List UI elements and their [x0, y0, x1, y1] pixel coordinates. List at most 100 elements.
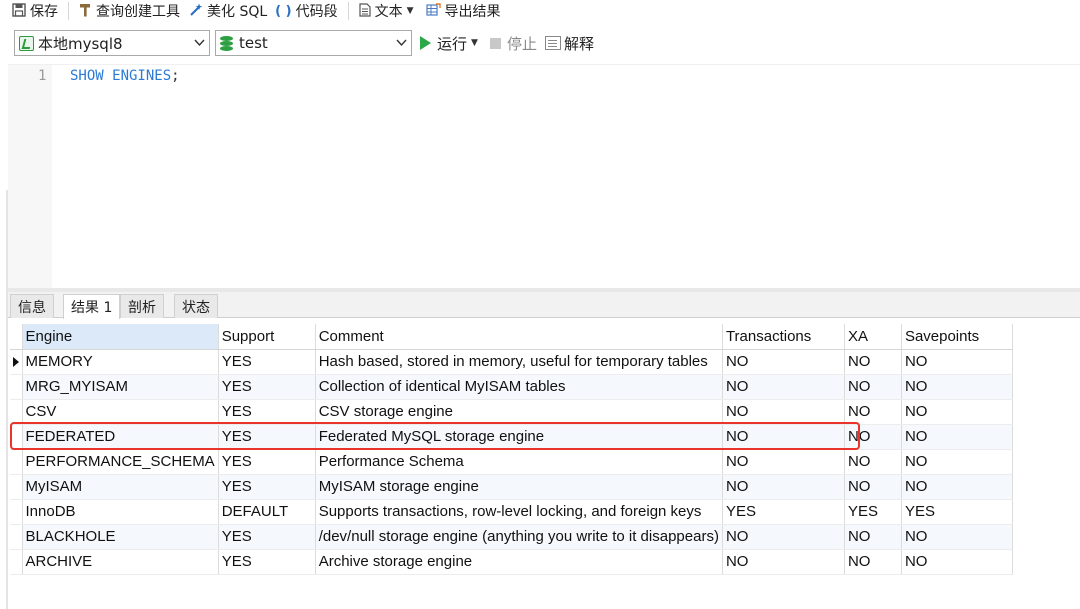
database-select[interactable]: test [215, 30, 412, 56]
connection-select[interactable]: 本地mysql8 [14, 30, 210, 56]
explain-button[interactable]: 解释 [564, 33, 594, 54]
column-header[interactable]: Savepoints [901, 324, 1013, 350]
table-cell[interactable]: MEMORY [22, 349, 219, 375]
table-cell[interactable]: YES [722, 499, 845, 525]
tab-status[interactable]: 状态 [174, 294, 218, 318]
table-cell[interactable]: YES [844, 499, 902, 525]
table-cell[interactable]: YES [218, 524, 316, 550]
table-cell[interactable]: Performance Schema [315, 449, 723, 475]
table-cell[interactable]: ARCHIVE [22, 549, 219, 575]
table-cell[interactable]: NO [844, 549, 902, 575]
table-row[interactable]: MEMORY YES Hash based, stored in memory, u… [10, 349, 1013, 375]
line-number: 1 [38, 68, 47, 84]
table-cell[interactable]: YES [218, 474, 316, 500]
table-cell[interactable]: DEFAULT [218, 499, 316, 525]
table-cell[interactable]: CSV [22, 399, 219, 425]
table-cell[interactable]: NO [901, 374, 1013, 400]
table-cell[interactable]: /dev/null storage engine (anything you w… [315, 524, 723, 550]
table-cell[interactable]: NO [901, 474, 1013, 500]
table-cell[interactable]: NO [844, 474, 902, 500]
table-cell[interactable]: CSV storage engine [315, 399, 723, 425]
database-icon [220, 35, 233, 51]
table-cell[interactable]: Archive storage engine [315, 549, 723, 575]
table-cell[interactable]: YES [218, 349, 316, 375]
table-cell[interactable]: Collection of identical MyISAM tables [315, 374, 723, 400]
table-row[interactable]: CSV YES CSV storage engine NO NO NO [10, 399, 1013, 425]
chevron-down-icon[interactable]: ▼ [407, 6, 414, 16]
table-cell[interactable]: NO [901, 449, 1013, 475]
table-cell[interactable]: YES [218, 449, 316, 475]
stop-button[interactable]: 停止 [507, 33, 537, 54]
table-cell[interactable]: NO [901, 524, 1013, 550]
database-select-value: test [239, 34, 268, 52]
explain-icon[interactable] [544, 36, 561, 50]
tab-result-1[interactable]: 结果 1 [63, 294, 121, 319]
table-cell[interactable]: MyISAM [22, 474, 219, 500]
stop-icon[interactable] [489, 37, 501, 49]
sql-editor[interactable]: 1 SHOW ENGINES; [8, 64, 1080, 289]
table-cell[interactable]: NO [722, 549, 845, 575]
table-row[interactable]: FEDERATED YES Federated MySQL storage engi… [10, 424, 1013, 450]
chevron-down-icon[interactable] [194, 34, 205, 55]
table-cell[interactable]: NO [844, 349, 902, 375]
text-mode-button[interactable]: 文本 ▼ [355, 0, 422, 22]
column-header[interactable]: Comment [315, 324, 723, 350]
table-cell[interactable]: MRG_MYISAM [22, 374, 219, 400]
table-cell[interactable]: YES [218, 424, 316, 450]
table-cell[interactable]: NO [844, 399, 902, 425]
table-cell[interactable]: InnoDB [22, 499, 219, 525]
table-row[interactable]: PERFORMANCE_SCHEMA YES Performance Schema N… [10, 449, 1013, 475]
table-row[interactable]: InnoDB DEFAULT Supports transactions, row-… [10, 499, 1013, 525]
row-indicator [10, 549, 23, 575]
table-cell[interactable]: MyISAM storage engine [315, 474, 723, 500]
table-row[interactable]: MRG_MYISAM YES Collection of identical MyI… [10, 374, 1013, 400]
table-cell[interactable]: NO [844, 424, 902, 450]
table-row[interactable]: MyISAM YES MyISAM storage engine NO NO NO [10, 474, 1013, 500]
beautify-sql-button[interactable]: 美化 SQL [184, 0, 271, 22]
table-cell[interactable]: NO [901, 424, 1013, 450]
table-cell[interactable]: Hash based, stored in memory, useful for… [315, 349, 723, 375]
table-cell[interactable]: NO [901, 349, 1013, 375]
sql-code-line[interactable]: SHOW ENGINES; [70, 68, 180, 84]
table-row[interactable]: BLACKHOLE YES/dev/null storage engine (an… [10, 524, 1013, 550]
text-mode-label: 文本 [374, 4, 403, 20]
table-cell[interactable]: FEDERATED [22, 424, 219, 450]
table-cell[interactable]: NO [722, 474, 845, 500]
table-cell[interactable]: YES [218, 399, 316, 425]
export-results-label: 导出结果 [444, 4, 501, 20]
table-cell[interactable]: NO [901, 549, 1013, 575]
table-cell[interactable]: NO [722, 449, 845, 475]
table-cell[interactable]: NO [844, 524, 902, 550]
query-builder-button[interactable]: 查询创建工具 [75, 0, 184, 22]
table-cell[interactable]: NO [844, 374, 902, 400]
table-cell[interactable]: YES [901, 499, 1013, 525]
tab-profile[interactable]: 剖析 [120, 294, 164, 318]
table-cell[interactable]: NO [722, 349, 845, 375]
play-icon[interactable] [420, 36, 431, 50]
column-header[interactable]: Engine [22, 324, 219, 350]
column-header[interactable]: Support [218, 324, 316, 350]
table-cell[interactable]: NO [844, 449, 902, 475]
tab-info[interactable]: 信息 [10, 294, 54, 318]
table-cell[interactable]: PERFORMANCE_SCHEMA [22, 449, 219, 475]
save-button[interactable]: 保存 [0, 0, 62, 22]
export-results-button[interactable]: 导出结果 [422, 0, 505, 22]
table-cell[interactable]: NO [722, 374, 845, 400]
run-button[interactable]: 运行 [437, 33, 467, 54]
chevron-down-icon[interactable]: ▼ [471, 38, 478, 48]
table-cell[interactable]: NO [722, 399, 845, 425]
table-cell[interactable]: Supports transactions, row-level locking… [315, 499, 723, 525]
table-cell[interactable]: NO [722, 524, 845, 550]
table-cell[interactable]: BLACKHOLE [22, 524, 219, 550]
table-row[interactable]: ARCHIVE YES Archive storage engine NO NO NO [10, 549, 1013, 575]
table-cell[interactable]: NO [901, 399, 1013, 425]
chevron-down-icon[interactable] [396, 34, 407, 55]
table-cell[interactable]: YES [218, 549, 316, 575]
table-cell[interactable]: NO [722, 424, 845, 450]
table-cell[interactable]: YES [218, 374, 316, 400]
toolbar-separator [347, 2, 349, 20]
code-snippet-button[interactable]: ( ) 代码段 [271, 0, 341, 22]
column-header[interactable]: Transactions [722, 324, 845, 350]
column-header[interactable]: XA [844, 324, 902, 350]
table-cell[interactable]: Federated MySQL storage engine [315, 424, 723, 450]
